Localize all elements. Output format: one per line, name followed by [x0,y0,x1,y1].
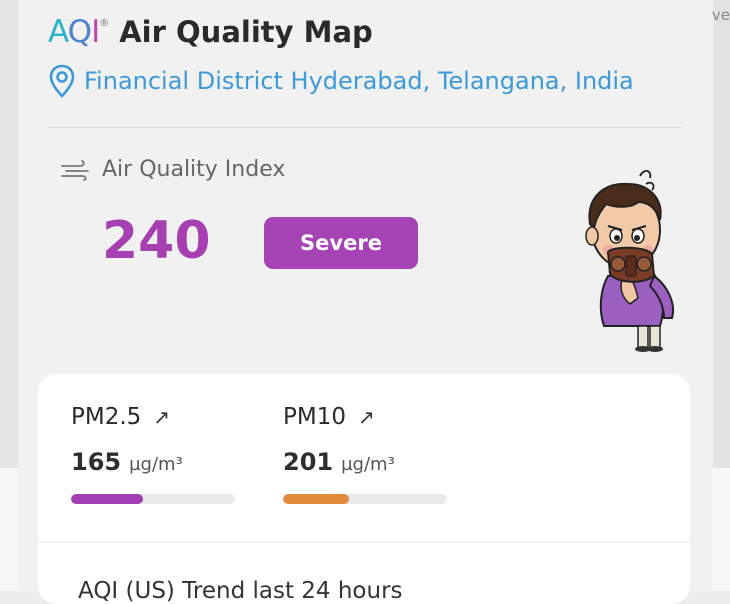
header-divider [48,127,682,128]
location-text: Financial District Hyderabad, Telangana,… [84,67,634,95]
aqi-panel: AQI ® Air Quality Map Financial District… [18,0,712,604]
pollutant-unit: µg/m³ [341,454,395,475]
aqi-header: Air Quality Index [60,157,285,182]
aqi-value: 240 [102,211,211,271]
pollutant-pm25[interactable]: PM2.5 ↗ 165 µg/m³ [71,404,235,504]
status-badge: Severe [264,217,418,269]
map-background-right [714,0,730,468]
aqi-label: Air Quality Index [102,157,286,182]
aqi-logo: AQI [48,14,100,50]
brand-header: AQI ® Air Quality Map [48,12,373,52]
pollutant-level-fill [71,494,144,504]
pollutant-value: 201 [283,448,334,476]
card-divider [38,542,690,543]
pollutant-pm10[interactable]: PM10 ↗ 201 µg/m³ [283,404,447,504]
map-background-left [0,0,18,468]
masked-person-illustration [585,170,674,352]
location-row[interactable]: Financial District Hyderabad, Telangana,… [48,64,634,98]
pollutant-level-bar [283,494,447,504]
pollutant-level-fill [283,494,349,504]
pollutant-unit: µg/m³ [129,454,183,475]
arrow-up-right-icon: ↗ [357,405,375,429]
pollutant-name: PM2.5 [71,404,142,430]
logo-trademark: ® [99,18,110,29]
pollutant-name: PM10 [283,404,346,430]
wind-icon [61,159,89,181]
location-pin-icon [49,64,75,98]
pollutant-card: PM2.5 ↗ 165 µg/m³ PM10 ↗ 201 µg/m³ AQI (… [38,374,690,604]
page-title: Air Quality Map [119,15,373,49]
map-edge-text: ve [711,6,730,24]
arrow-up-right-icon: ↗ [153,405,171,429]
trend-section-title: AQI (US) Trend last 24 hours [78,578,403,604]
pollutant-value: 165 [71,448,122,476]
pollutant-level-bar [71,494,235,504]
